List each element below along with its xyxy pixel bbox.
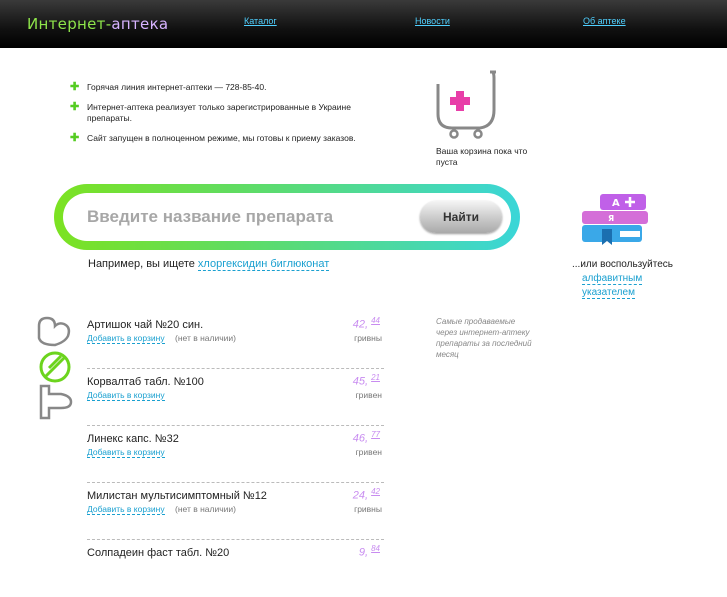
plus-icon: ✚ bbox=[70, 132, 80, 144]
product-row: Линекс капс. №32 Добавить в корзину 46, … bbox=[87, 427, 384, 483]
add-to-cart-link[interactable]: Добавить в корзину bbox=[87, 504, 165, 515]
cart-icon[interactable] bbox=[432, 70, 498, 140]
alphabet-link-2[interactable]: указателем bbox=[582, 287, 635, 299]
search-button[interactable]: Найти bbox=[420, 201, 502, 233]
alphabet-prefix: ...или воспользуйтесь bbox=[572, 259, 673, 270]
bestsellers-caption: Самые продаваемые через интернет-аптеку … bbox=[436, 317, 532, 359]
product-row: Корвалтаб табл. №100 Добавить в корзину … bbox=[87, 370, 384, 426]
product-price: 45, 21 bbox=[352, 373, 380, 388]
availability: (нет в наличии) bbox=[175, 504, 236, 514]
plus-icon: ✚ bbox=[70, 81, 80, 93]
currency: гривны bbox=[354, 333, 382, 343]
product-name[interactable]: Артишок чай №20 син. bbox=[87, 319, 203, 331]
product-name[interactable]: Корвалтаб табл. №100 bbox=[87, 376, 204, 388]
currency: гривен bbox=[355, 390, 382, 400]
nav-catalog-link[interactable]: Каталог bbox=[244, 16, 277, 26]
site-logo[interactable]: Интернет-аптека bbox=[27, 15, 168, 33]
heart-icon bbox=[37, 316, 71, 347]
alphabet-link[interactable]: алфавитным bbox=[582, 273, 643, 285]
product-price: 24, 42 bbox=[352, 487, 380, 502]
product-row: Солпадеин фаст табл. №20 9, 84 bbox=[87, 541, 384, 596]
site-header: Интернет-аптека Каталог Новости Об аптек… bbox=[0, 0, 727, 48]
bestsellers-list: Артишок чай №20 син. Добавить в корзину … bbox=[87, 313, 384, 597]
add-to-cart-link[interactable]: Добавить в корзину bbox=[87, 333, 165, 344]
info-item: ✚ Горячая линия интернет-аптеки — 728-85-… bbox=[70, 81, 267, 93]
search-input[interactable] bbox=[85, 204, 409, 230]
currency: гривен bbox=[355, 447, 382, 457]
info-list: ✚ Горячая линия интернет-аптеки — 728-85-… bbox=[70, 82, 380, 153]
alphabet-index: ...или воспользуйтесь алфавитным указате… bbox=[572, 258, 673, 300]
search-box: Найти bbox=[54, 184, 520, 250]
example-prefix: Например, вы ищете bbox=[88, 258, 195, 270]
example-link[interactable]: хлоргексидин биглюконат bbox=[197, 258, 330, 271]
cart-status: Ваша корзина пока что пуста bbox=[436, 146, 528, 167]
product-name[interactable]: Солпадеин фаст табл. №20 bbox=[87, 547, 229, 559]
alphabet-books-icon[interactable]: А Я bbox=[580, 193, 650, 247]
nav-news-link[interactable]: Новости bbox=[415, 16, 450, 26]
book-letter-ya: Я bbox=[608, 214, 614, 223]
info-item: ✚ Интернет-аптека реализует только зареги… bbox=[70, 101, 351, 124]
product-price: 46, 77 bbox=[352, 430, 380, 445]
search-example: Например, вы ищете хлоргексидин биглюкон… bbox=[88, 258, 330, 271]
logo-part-2: аптека bbox=[111, 15, 169, 33]
add-to-cart-link[interactable]: Добавить в корзину bbox=[87, 447, 165, 458]
book-letter-a: А bbox=[612, 198, 620, 209]
product-name[interactable]: Милистан мультисимптомный №12 bbox=[87, 490, 267, 502]
tube-icon bbox=[39, 384, 73, 420]
category-icons bbox=[37, 316, 73, 420]
nav-about-link[interactable]: Об аптеке bbox=[583, 16, 626, 26]
product-row: Милистан мультисимптомный №12 Добавить в… bbox=[87, 484, 384, 540]
search-inner: Найти bbox=[63, 193, 511, 241]
info-item: ✚ Сайт запущен в полноценном режиме, мы г… bbox=[70, 132, 356, 144]
product-name[interactable]: Линекс капс. №32 bbox=[87, 433, 179, 445]
plus-icon: ✚ bbox=[70, 101, 80, 113]
currency: гривны bbox=[354, 504, 382, 514]
product-row: Артишок чай №20 син. Добавить в корзину … bbox=[87, 313, 384, 369]
add-to-cart-link[interactable]: Добавить в корзину bbox=[87, 390, 165, 401]
pill-icon bbox=[39, 351, 71, 383]
product-price: 42, 44 bbox=[352, 316, 380, 331]
availability: (нет в наличии) bbox=[175, 333, 236, 343]
logo-part-1: Интернет- bbox=[27, 15, 112, 33]
product-price: 9, 84 bbox=[358, 544, 380, 559]
